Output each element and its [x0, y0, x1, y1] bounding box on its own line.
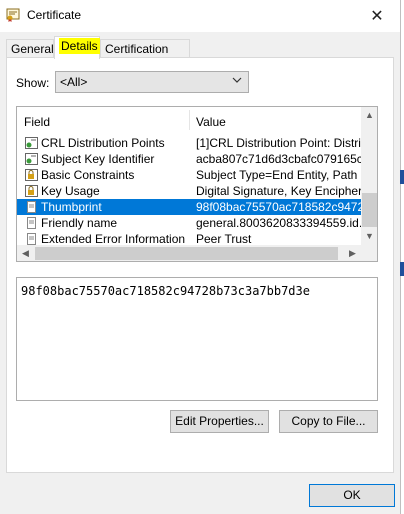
close-icon: ✕	[370, 8, 384, 25]
list-item-value: Peer Trust	[196, 232, 252, 245]
fields-list[interactable]: Field Value CRL Distribution Points [1]C…	[16, 106, 378, 262]
column-divider[interactable]	[189, 110, 190, 130]
column-header-field[interactable]: Field	[24, 115, 50, 129]
list-item[interactable]: Extended Error Information Peer Trust	[17, 231, 361, 245]
list-item-value: acba807c71d6d3cbafc079165cb27	[196, 152, 361, 166]
list-item-value: general.8003620833394559.id.ele	[196, 216, 361, 230]
tab-details-label: Details	[59, 38, 100, 54]
tab-strip: General Details Certification Path	[0, 32, 400, 74]
chevron-down-icon	[232, 75, 242, 88]
edit-properties-button[interactable]: Edit Properties...	[170, 410, 269, 433]
list-item[interactable]: CRL Distribution Points [1]CRL Distribut…	[17, 135, 361, 151]
list-item-field: Key Usage	[41, 184, 100, 198]
certificate-dialog: Certificate ✕ General Details Certificat…	[0, 0, 401, 514]
tab-general-label: General	[11, 42, 54, 56]
field-value-textbox[interactable]: 98f08bac75570ac718582c94728b73c3a7bb7d3e	[16, 277, 378, 401]
list-item-selected[interactable]: Thumbprint 98f08bac75570ac718582c94728b7	[17, 199, 361, 215]
list-item-field: Extended Error Information	[41, 232, 186, 245]
scroll-down-icon[interactable]: ▼	[361, 228, 377, 245]
certificate-icon	[6, 8, 20, 22]
title-bar: Certificate ✕	[0, 0, 400, 32]
list-item[interactable]: Friendly name general.8003620833394559.i…	[17, 215, 361, 231]
scroll-up-icon[interactable]: ▲	[361, 107, 377, 124]
tab-general[interactable]: General	[6, 39, 54, 57]
horizontal-scroll-thumb[interactable]	[35, 247, 338, 260]
list-item-value: 98f08bac75570ac718582c94728b7	[196, 200, 361, 214]
list-item-field: Subject Key Identifier	[41, 152, 155, 166]
tab-details[interactable]: Details	[54, 36, 100, 59]
tab-certification-path[interactable]: Certification Path	[100, 39, 190, 74]
list-item[interactable]: Basic Constraints Subject Type=End Entit…	[17, 167, 361, 183]
certificate-field-icon	[25, 153, 38, 165]
column-header-value[interactable]: Value	[196, 115, 226, 129]
list-item-field: Thumbprint	[41, 200, 102, 214]
list-item[interactable]: Key Usage Digital Signature, Key Enciphe…	[17, 183, 361, 199]
document-icon	[25, 233, 38, 245]
certificate-field-icon	[25, 137, 38, 149]
show-dropdown[interactable]: <All>	[55, 71, 249, 93]
list-item-value: Digital Signature, Key Enciphermen	[196, 184, 361, 198]
show-dropdown-value: <All>	[60, 75, 88, 89]
list-item-value: Subject Type=End Entity, Path Ler	[196, 168, 361, 182]
vertical-scroll-thumb[interactable]	[362, 193, 377, 227]
background-window-edge	[400, 262, 404, 276]
show-label: Show:	[16, 76, 50, 90]
list-item[interactable]: Subject Key Identifier acba807c71d6d3cba…	[17, 151, 361, 167]
horizontal-scrollbar[interactable]: ◀ ▶	[17, 245, 377, 261]
list-item-field: Friendly name	[41, 216, 118, 230]
list-rows: CRL Distribution Points [1]CRL Distribut…	[17, 135, 361, 245]
copy-to-file-button[interactable]: Copy to File...	[279, 410, 378, 433]
scroll-right-icon[interactable]: ▶	[344, 245, 361, 261]
scroll-left-icon[interactable]: ◀	[17, 245, 34, 261]
document-icon	[25, 217, 38, 229]
window-title: Certificate	[27, 8, 82, 22]
list-header: Field Value	[17, 107, 361, 131]
certificate-lock-icon	[25, 185, 38, 197]
background-window-edge	[400, 170, 404, 184]
document-icon	[25, 201, 38, 213]
list-item-value: [1]CRL Distribution Point: Distributi	[196, 136, 361, 150]
vertical-scrollbar[interactable]: ▲ ▼	[361, 107, 377, 245]
field-value-text: 98f08bac75570ac718582c94728b73c3a7bb7d3e	[21, 284, 310, 298]
certificate-lock-icon	[25, 169, 38, 181]
list-item-field: CRL Distribution Points	[41, 136, 165, 150]
close-button[interactable]: ✕	[354, 0, 400, 32]
ok-button[interactable]: OK	[309, 484, 395, 507]
list-item-field: Basic Constraints	[41, 168, 135, 182]
